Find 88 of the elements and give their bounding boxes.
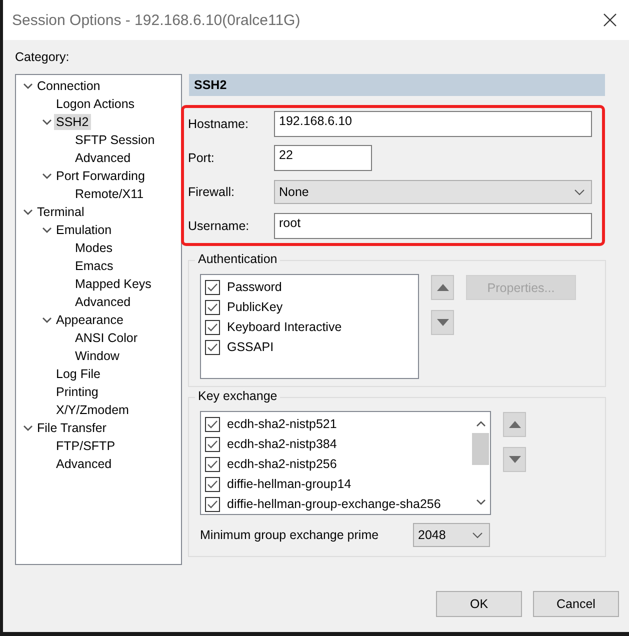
move-up-button[interactable] (431, 275, 454, 300)
scroll-down-icon[interactable] (476, 499, 486, 506)
list-item-label: diffie-hellman-group14 (227, 477, 352, 491)
checkbox[interactable] (205, 456, 220, 472)
tree-item[interactable]: Terminal (35, 204, 86, 220)
move-down-button[interactable] (503, 447, 526, 472)
chevron-icon[interactable] (41, 171, 54, 181)
tree-item[interactable]: SSH2 (54, 114, 91, 130)
chevron-icon[interactable] (22, 81, 35, 91)
authentication-list[interactable]: Password PublicKey Keyboard Interactive GSSAPI (200, 274, 419, 379)
up-triangle-icon (508, 421, 520, 428)
check-icon (207, 322, 218, 332)
scroll-up-icon[interactable] (476, 420, 486, 427)
ok-button[interactable]: OK (436, 591, 522, 617)
tree-item[interactable]: Appearance (54, 312, 126, 328)
caret-icon (574, 188, 585, 196)
input-field[interactable]: root (274, 213, 592, 239)
input-field[interactable]: 192.168.6.10 (274, 111, 592, 137)
list-item-label: diffie-hellman-group-exchange-sha256 (227, 497, 441, 511)
checkbox[interactable] (205, 340, 220, 354)
move-down-button[interactable] (431, 310, 454, 335)
field-label: Username: (188, 219, 250, 233)
tree-item[interactable]: Port Forwarding (54, 168, 147, 184)
min-prime-dropdown[interactable]: 2048 (413, 523, 490, 547)
list-item-label: ecdh-sha2-nistp256 (227, 457, 337, 471)
checkbox[interactable] (205, 496, 220, 512)
checkbox[interactable] (205, 300, 220, 314)
down-triangle-icon (508, 456, 520, 463)
list-item-label: Password (227, 280, 282, 294)
chevron-icon[interactable] (22, 423, 35, 433)
down-triangle-icon (436, 319, 448, 326)
tree-item[interactable]: Emulation (54, 222, 114, 238)
group-title: Authentication (195, 252, 280, 266)
caret-icon (472, 532, 483, 538)
group-title: Key exchange (195, 389, 280, 403)
check-icon (207, 460, 218, 468)
tree-item[interactable]: Advanced (54, 456, 114, 472)
checkbox[interactable] (205, 320, 220, 334)
tree-item[interactable]: Advanced (73, 150, 133, 166)
up-triangle-icon (436, 284, 448, 291)
input-field[interactable]: 22 (274, 145, 372, 171)
tree-item[interactable]: File Transfer (35, 420, 108, 436)
tree-item[interactable]: Emacs (73, 258, 116, 274)
field-label: Firewall: (188, 185, 236, 199)
checkbox[interactable] (205, 280, 220, 294)
list-item-label: Keyboard Interactive (227, 320, 342, 334)
tree-item[interactable]: Remote/X11 (73, 186, 146, 202)
list-item-label: PublicKey (227, 300, 283, 314)
chevron-icon[interactable] (41, 225, 54, 235)
chevron-icon[interactable] (41, 315, 54, 325)
field-label: Hostname: (188, 117, 250, 131)
checkbox[interactable] (205, 476, 220, 492)
tree-item[interactable]: ANSI Color (73, 330, 140, 346)
tree-item[interactable]: Printing (54, 384, 100, 400)
check-icon (207, 440, 218, 448)
key-exchange-list[interactable]: ecdh-sha2-nistp521 ecdh-sha2-nistp384 ecdh-sha2-nistp256 diffie-hellman-group14 diffie-hellman-group-exchange-sha256 (200, 411, 491, 515)
tree-item[interactable]: SFTP Session (73, 132, 157, 148)
tree-item[interactable]: Mapped Keys (73, 276, 154, 292)
list-item-label: ecdh-sha2-nistp521 (227, 417, 337, 431)
firewall-dropdown[interactable]: None (274, 180, 592, 204)
tree-item[interactable]: Window (73, 348, 122, 364)
category-label: Category: (15, 50, 70, 66)
check-icon (207, 480, 218, 488)
check-icon (207, 302, 218, 312)
move-up-button[interactable] (503, 412, 526, 437)
list-item-label: ecdh-sha2-nistp384 (227, 437, 337, 451)
chevron-icon[interactable] (41, 117, 54, 127)
field-label: Port: (188, 151, 216, 165)
tree-item[interactable]: Modes (73, 240, 115, 256)
cancel-button[interactable]: Cancel (533, 591, 619, 617)
list-item-label: GSSAPI (227, 340, 274, 354)
tree-item[interactable]: FTP/SFTP (54, 438, 118, 454)
chevron-icon[interactable] (22, 207, 35, 217)
tree-item[interactable]: Advanced (73, 294, 133, 310)
min-prime-label: Minimum group exchange prime (200, 528, 379, 542)
tree-item[interactable]: Logon Actions (54, 96, 137, 112)
tree-item[interactable]: Connection (35, 78, 102, 94)
tree-item[interactable]: X/Y/Zmodem (54, 402, 131, 418)
panel-title: SSH2 (189, 74, 605, 96)
check-icon (207, 282, 218, 292)
check-icon (207, 500, 218, 508)
close-icon[interactable] (603, 13, 617, 27)
check-icon (207, 420, 218, 428)
window-title: Session Options - 192.168.6.10(0ralce11G) (12, 12, 300, 28)
tree-item[interactable]: Log File (54, 366, 102, 382)
checkbox[interactable] (205, 436, 220, 452)
check-icon (207, 342, 218, 352)
checkbox[interactable] (205, 416, 220, 432)
